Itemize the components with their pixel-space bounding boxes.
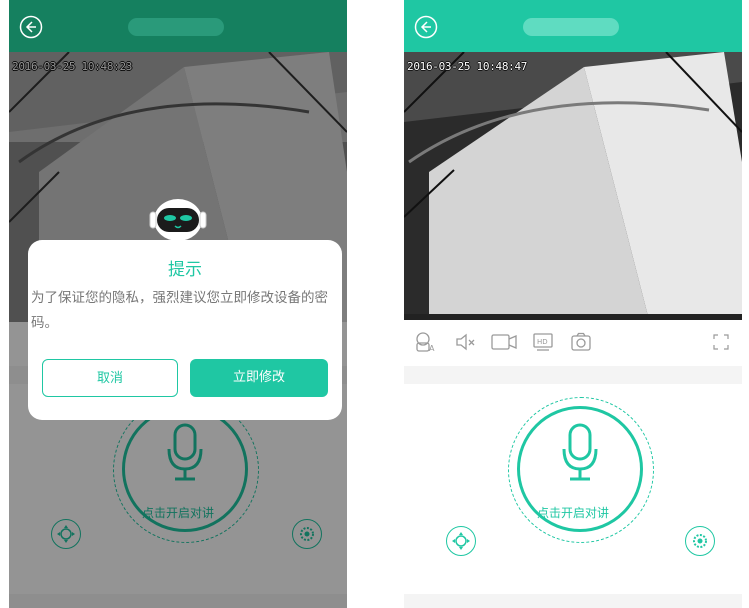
ptz-direction-icon <box>452 532 470 550</box>
record-video-icon[interactable] <box>490 331 518 353</box>
talk-label: 点击开启对讲 <box>536 506 609 520</box>
fullscreen-icon[interactable] <box>710 331 732 353</box>
phone-screen-right: 2016-03-25 10:48:47 A HD 点击开启对讲 <box>404 0 742 608</box>
back-arrow-icon[interactable] <box>414 15 438 39</box>
back-arrow-icon[interactable] <box>19 15 43 39</box>
ptz-control-button[interactable] <box>446 526 476 556</box>
mute-icon[interactable] <box>454 331 476 353</box>
voice-change-icon[interactable]: A <box>414 331 436 353</box>
cancel-button[interactable]: 取消 <box>42 359 178 397</box>
privacy-alert-dialog: 提示 为了保证您的隐私，强烈建议您立即修改设备的密码。 取消 立即修改 <box>28 240 342 420</box>
section-divider <box>404 366 742 384</box>
device-name-blurred <box>128 18 224 36</box>
snapshot-icon[interactable] <box>570 331 592 353</box>
svg-text:HD: HD <box>537 338 548 346</box>
hd-icon[interactable]: HD <box>532 331 554 353</box>
top-bar <box>9 0 347 52</box>
top-bar <box>404 0 742 52</box>
video-timestamp: 2016-03-25 10:48:47 <box>407 60 528 73</box>
microphone-icon <box>562 423 598 481</box>
talk-area: 点击开启对讲 <box>404 384 742 594</box>
dialog-title: 提示 <box>168 260 202 280</box>
gear-icon <box>693 534 707 548</box>
dialog-message: 为了保证您的隐私，强烈建议您立即修改设备的密码。 <box>31 290 328 331</box>
change-password-button[interactable]: 立即修改 <box>190 359 328 397</box>
bottom-strip <box>404 594 742 608</box>
settings-button[interactable] <box>685 526 715 556</box>
device-name-blurred <box>523 18 619 36</box>
camera-video-feed: 2016-03-25 10:48:47 <box>404 52 742 320</box>
video-toolbar: A HD <box>404 320 742 364</box>
phone-screen-left: 2016-03-25 10:48:23 点击开启对讲 提示 为了保证您的隐私，强… <box>9 0 347 608</box>
robot-mascot-icon <box>149 199 207 241</box>
svg-text:A: A <box>429 344 435 353</box>
